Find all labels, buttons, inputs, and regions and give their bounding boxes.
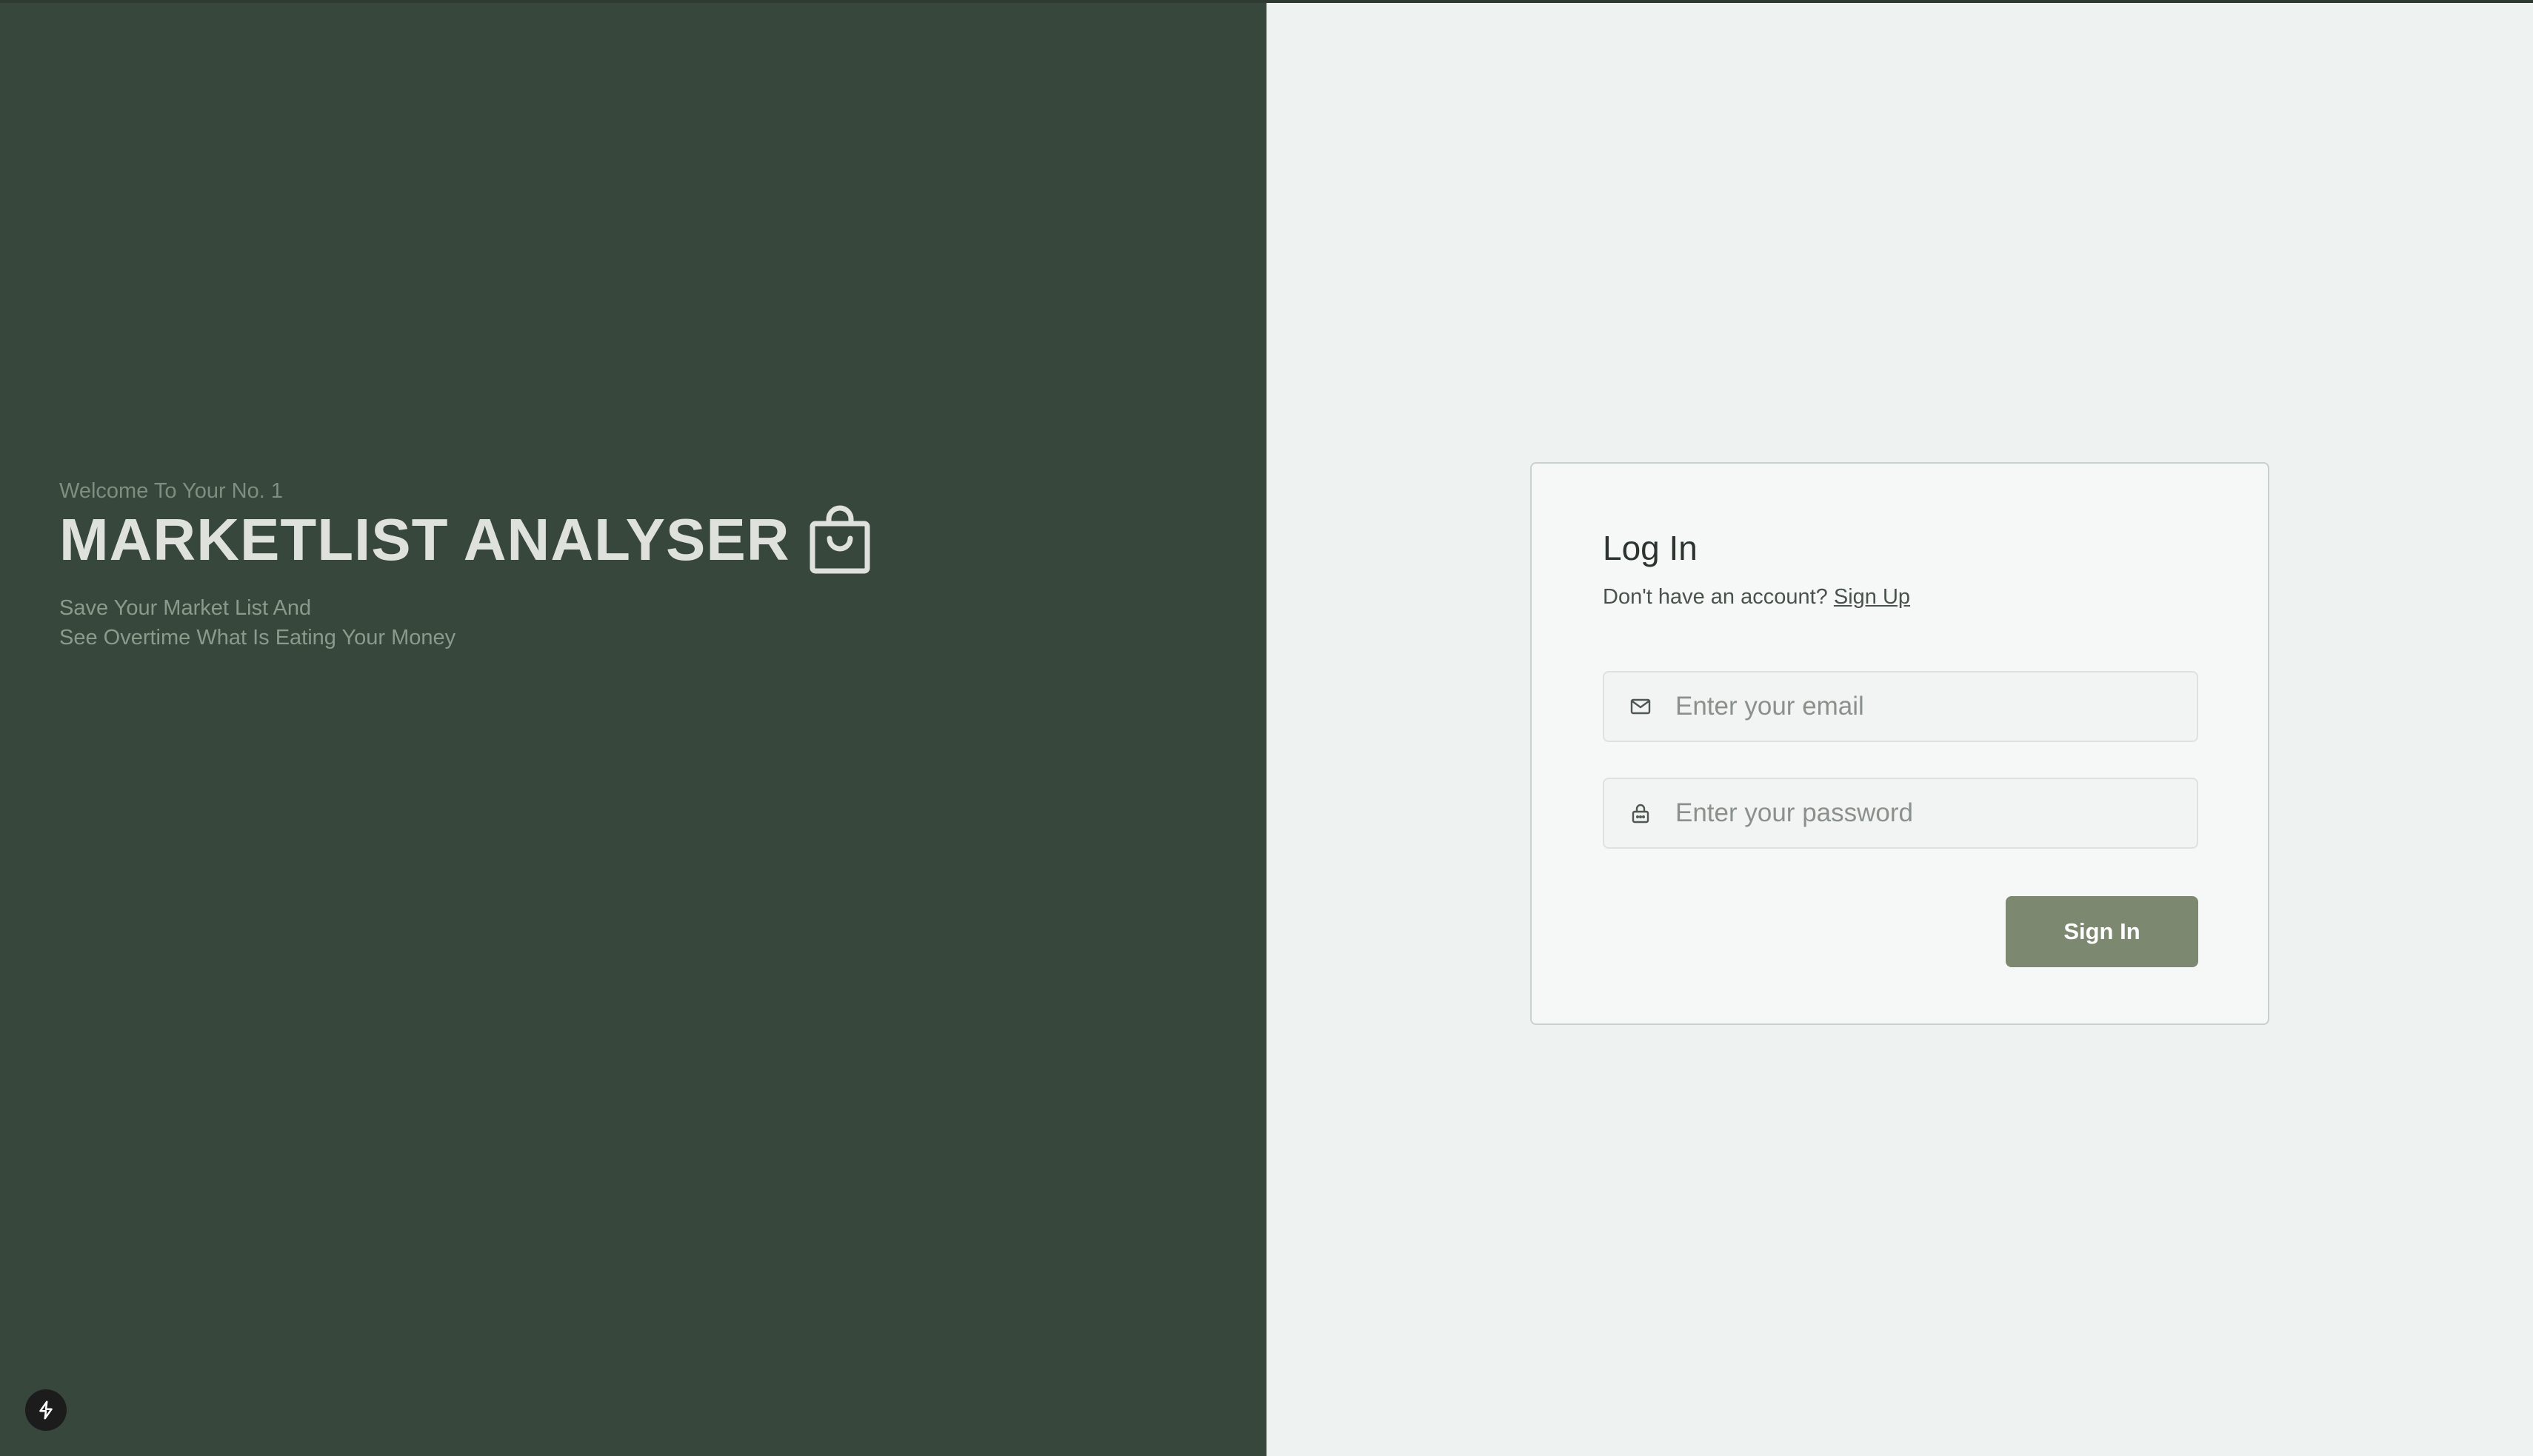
email-field[interactable] bbox=[1603, 671, 2198, 742]
hero-tagline: Save Your Market List And See Overtime W… bbox=[59, 593, 871, 652]
brand-panel: Welcome To Your No. 1 MARKETLIST ANALYSE… bbox=[0, 0, 1266, 1456]
lightning-icon bbox=[35, 1399, 57, 1421]
sign-in-button[interactable]: Sign In bbox=[2006, 896, 2198, 967]
signup-prompt: Don't have an account? Sign Up bbox=[1603, 582, 1910, 612]
no-account-text: Don't have an account? bbox=[1603, 585, 1828, 609]
hero-tagline-line-1: Save Your Market List And bbox=[59, 596, 312, 620]
login-title: Log In bbox=[1603, 529, 1698, 567]
mail-icon bbox=[1629, 695, 1652, 718]
shopping-bag-icon bbox=[809, 504, 871, 575]
password-field[interactable] bbox=[1603, 778, 2198, 849]
email-input[interactable] bbox=[1674, 676, 2197, 737]
hero: Welcome To Your No. 1 MARKETLIST ANALYSE… bbox=[59, 476, 871, 652]
hero-welcome-text: Welcome To Your No. 1 bbox=[59, 479, 283, 503]
password-input[interactable] bbox=[1674, 783, 2197, 844]
lock-icon bbox=[1629, 802, 1652, 824]
signup-link[interactable]: Sign Up bbox=[1834, 585, 1910, 609]
lightning-badge[interactable] bbox=[25, 1389, 67, 1431]
login-card: Log In Don't have an account? Sign Up Si… bbox=[1530, 462, 2269, 1025]
app-title: MARKETLIST ANALYSER bbox=[59, 507, 790, 572]
hero-tagline-line-2: See Overtime What Is Eating Your Money bbox=[59, 626, 456, 649]
hero-title-row: MARKETLIST ANALYSER bbox=[59, 504, 871, 575]
top-rule bbox=[0, 0, 2533, 3]
